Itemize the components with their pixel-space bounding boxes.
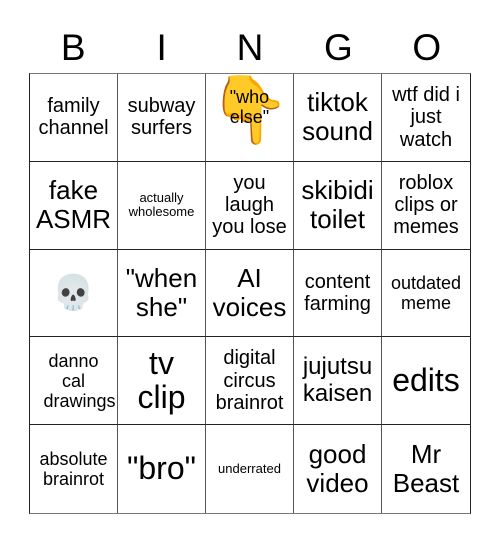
- cell-text: outdated meme: [390, 272, 462, 313]
- cell-text: "who else": [229, 86, 270, 128]
- header-letter-b: B: [60, 26, 86, 68]
- cell-text: jujutsu kaisen: [302, 352, 373, 407]
- bingo-cell[interactable]: good video: [294, 425, 382, 513]
- bingo-cell[interactable]: content farming: [294, 249, 382, 338]
- cell-text: family channel: [38, 95, 109, 140]
- cell-text: digital circus brainrot: [215, 347, 284, 414]
- skull-icon: 💀: [52, 273, 95, 312]
- bingo-cell[interactable]: Mr Beast: [382, 425, 470, 513]
- cell-text: underrated: [218, 460, 281, 476]
- bingo-cell[interactable]: tv clip: [118, 337, 206, 426]
- cell-text: danno cal drawings: [43, 350, 116, 411]
- cell-text: tv clip: [137, 345, 186, 415]
- bingo-cell[interactable]: 💀: [30, 249, 118, 338]
- bingo-cell[interactable]: roblox clips or memes: [382, 162, 470, 250]
- cell-text: actually wholesome: [128, 189, 195, 220]
- cell-text: "bro": [127, 450, 196, 487]
- cell-text: edits: [392, 361, 460, 398]
- bingo-cell[interactable]: AI voices: [206, 249, 294, 338]
- bingo-board: family channel subway surfers 👇 "who els…: [29, 73, 471, 514]
- cell-text: wtf did i just watch: [392, 83, 460, 151]
- bingo-cell[interactable]: outdated meme: [382, 250, 470, 338]
- bingo-cell[interactable]: edits: [382, 337, 470, 426]
- bingo-cell[interactable]: absolute brainrot: [30, 425, 118, 513]
- cell-text: absolute brainrot: [39, 448, 108, 490]
- bingo-cell[interactable]: danno cal drawings: [30, 337, 118, 426]
- cell-text: content farming: [304, 270, 371, 315]
- bingo-cell[interactable]: digital circus brainrot: [206, 337, 294, 426]
- cell-text: subway surfers: [127, 95, 196, 140]
- bingo-header: B I N G O: [29, 22, 471, 72]
- bingo-cell[interactable]: jujutsu kaisen: [294, 337, 382, 426]
- bingo-cell[interactable]: actually wholesome: [118, 161, 206, 250]
- bingo-cell[interactable]: "bro": [118, 425, 206, 513]
- bingo-cell[interactable]: you laugh you lose: [206, 161, 294, 250]
- cell-text: you laugh you lose: [212, 171, 287, 239]
- cell-text: tiktok sound: [302, 87, 373, 147]
- header-letter-o: O: [412, 26, 442, 68]
- header-letter-n: N: [236, 26, 264, 68]
- bingo-cell[interactable]: skibidi toilet: [294, 161, 382, 250]
- bingo-cell[interactable]: fake ASMR: [30, 161, 118, 250]
- header-letter-i: I: [156, 26, 167, 68]
- bingo-cell[interactable]: 👇 "who else": [206, 74, 294, 162]
- bingo-cell[interactable]: subway surfers: [118, 74, 206, 162]
- bingo-cell[interactable]: family channel: [30, 74, 118, 162]
- cell-text: fake ASMR: [35, 175, 112, 235]
- bingo-cell[interactable]: "when she": [118, 249, 206, 338]
- header-letter-g: G: [324, 26, 353, 68]
- bingo-cell[interactable]: wtf did i just watch: [382, 74, 470, 162]
- cell-text: roblox clips or memes: [393, 171, 459, 239]
- bingo-cell[interactable]: tiktok sound: [294, 74, 382, 162]
- cell-text: Mr Beast: [392, 438, 460, 499]
- cell-text: AI voices: [212, 262, 287, 322]
- cell-text: good video: [306, 438, 369, 499]
- cell-text: skibidi toilet: [301, 175, 374, 235]
- bingo-cell[interactable]: underrated: [206, 425, 294, 513]
- cell-text: "when she": [125, 262, 198, 322]
